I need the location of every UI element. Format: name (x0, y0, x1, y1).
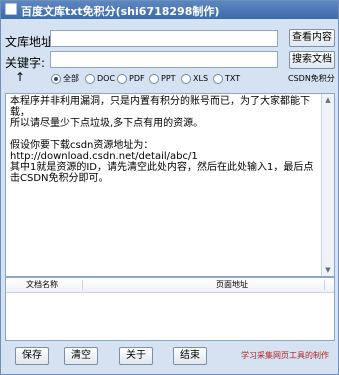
filter-radio-group: 全部 DOC PDF PPT XLS TXT (51, 73, 291, 85)
radio-dot (149, 74, 159, 84)
search-docs-button[interactable]: 搜索文档 (289, 51, 335, 69)
title-bar: 百度文库txt免积分(shi6718298制作) (1, 1, 338, 19)
about-button[interactable]: 关于 (119, 347, 153, 365)
radio-dot (213, 74, 223, 84)
info-text: 本程序并非利用漏洞，只是内置有积分的账号而已，为了大家都能下载， 所以请尽量少下… (10, 96, 314, 184)
window-title: 百度文库txt免积分(shi6718298制作) (21, 5, 220, 18)
csdn-free-label[interactable]: CSDN免积分 (288, 73, 335, 84)
keyword-label: 关键字: (5, 56, 46, 70)
scroll-down-icon[interactable]: ▼ (323, 265, 333, 275)
clear-button[interactable]: 清空 (64, 347, 98, 365)
list-header: 文档名称 页面地址 (6, 278, 334, 293)
vertical-scrollbar[interactable]: ▲ ▼ (321, 94, 334, 276)
view-content-button[interactable]: 查看内容 (289, 29, 335, 47)
radio-dot (51, 74, 61, 84)
column-divider (324, 280, 325, 290)
scroll-up-icon[interactable]: ▲ (323, 95, 333, 105)
app-window: 百度文库txt免积分(shi6718298制作) 文库地址: 查看内容 关键字:… (0, 0, 339, 375)
info-textarea[interactable]: 本程序并非利用漏洞，只是内置有积分的账号而已，为了大家都能下载， 所以请尽量少下… (5, 93, 335, 277)
exit-button[interactable]: 结束 (173, 347, 207, 365)
up-arrow-icon[interactable]: ↑ (15, 70, 25, 84)
column-doc-name[interactable]: 文档名称 (26, 278, 58, 292)
keyword-input[interactable] (50, 51, 278, 68)
column-divider (82, 280, 83, 290)
url-input[interactable] (50, 30, 278, 47)
column-page-url[interactable]: 页面地址 (216, 278, 248, 292)
credit-text[interactable]: 学习采集网页工具的制作 (241, 350, 329, 361)
results-list[interactable]: 文档名称 页面地址 (5, 277, 335, 341)
save-button[interactable]: 保存 (15, 347, 49, 365)
radio-dot (181, 74, 191, 84)
app-icon (5, 3, 17, 15)
radio-dot (85, 74, 95, 84)
radio-dot (117, 74, 127, 84)
